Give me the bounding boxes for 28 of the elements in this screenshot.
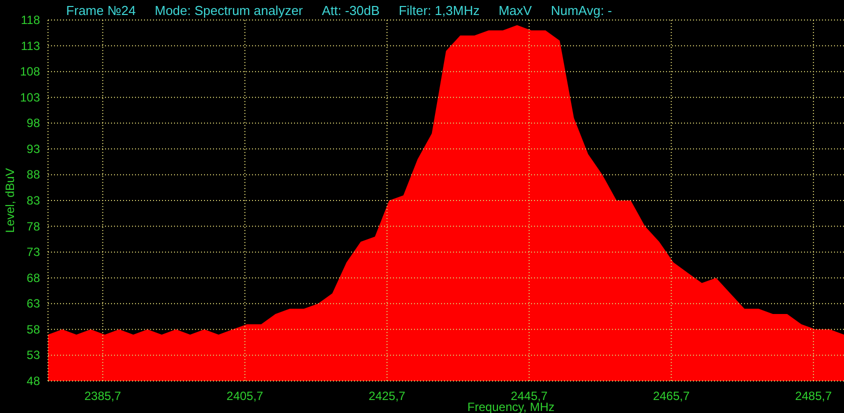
y-tick-label: 118 bbox=[20, 13, 40, 27]
y-tick-label: 53 bbox=[26, 348, 40, 362]
y-axis-title: Level, dBuV bbox=[3, 168, 17, 233]
status-text: NumAvg: - bbox=[550, 2, 612, 18]
x-tick-label: 2425,7 bbox=[368, 389, 406, 403]
y-tick-label: 113 bbox=[20, 38, 40, 53]
status-text: MaxV bbox=[498, 2, 532, 18]
y-tick-label: 58 bbox=[26, 322, 40, 336]
y-tick-label: 98 bbox=[26, 116, 40, 130]
y-tick-label: 108 bbox=[20, 64, 40, 79]
y-tick-label: 88 bbox=[26, 168, 40, 182]
x-tick-label: 2485,7 bbox=[795, 389, 832, 403]
y-tick-label: 93 bbox=[26, 142, 40, 156]
x-tick-label: 2445,7 bbox=[510, 389, 548, 403]
x-tick-label: 2405,7 bbox=[226, 389, 264, 403]
x-tick-label: 2465,7 bbox=[652, 389, 690, 403]
y-tick-label: 78 bbox=[26, 219, 40, 234]
y-tick-label: 48 bbox=[26, 374, 40, 388]
y-tick-label: 83 bbox=[26, 194, 40, 208]
x-tick-label: 2385,7 bbox=[84, 389, 122, 403]
y-tick-label: 103 bbox=[20, 90, 40, 104]
status-text: Mode: Spectrum analyzer bbox=[154, 2, 303, 18]
y-tick-label: 68 bbox=[26, 270, 40, 285]
status-text: Frame №24 bbox=[66, 2, 136, 18]
y-tick-label: 73 bbox=[26, 245, 40, 260]
status-text: Filter: 1,3MHz bbox=[398, 2, 480, 18]
y-tick-label: 63 bbox=[26, 296, 40, 311]
status-text: Att: -30dB bbox=[322, 2, 380, 18]
